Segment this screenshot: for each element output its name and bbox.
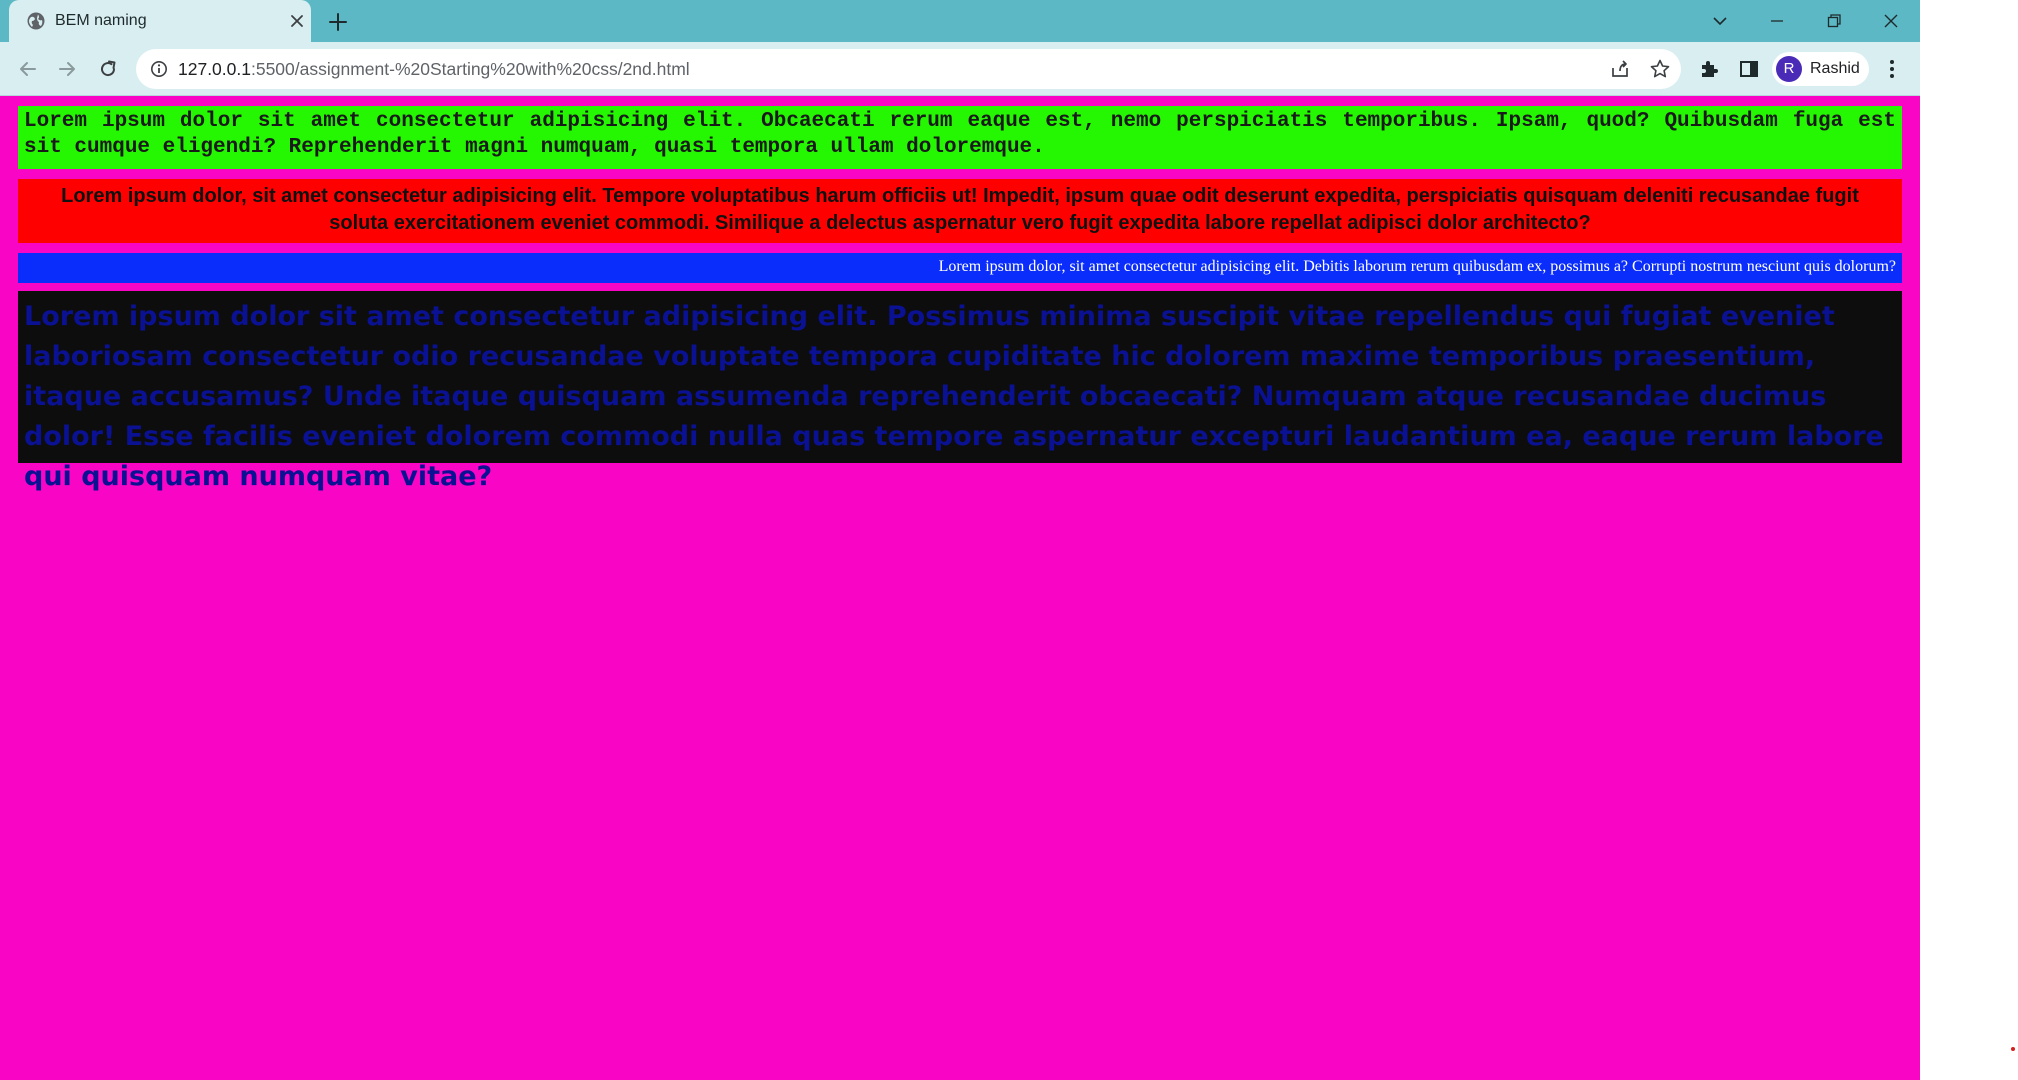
tab-bem-naming[interactable]: BEM naming [9, 0, 311, 42]
url-path: :5500/assignment-%20Starting%20with%20cs… [250, 59, 690, 79]
title-bar: BEM naming [0, 0, 1920, 42]
close-icon[interactable] [1877, 7, 1905, 35]
puzzle-icon[interactable] [1697, 57, 1721, 81]
chevron-down-icon[interactable] [1706, 7, 1734, 35]
minimize-icon[interactable] [1763, 7, 1791, 35]
star-icon[interactable] [1649, 58, 1671, 80]
screen: BEM naming 127.0.0.1:5500/assignment-%20… [0, 0, 2018, 1080]
kebab-menu-icon[interactable] [1880, 57, 1904, 81]
green-box-text: Lorem ipsum dolor sit amet consectetur a… [24, 110, 1896, 159]
browser-window: BEM naming 127.0.0.1:5500/assignment-%20… [0, 0, 1920, 1080]
url-host: 127.0.0.1 [178, 59, 251, 79]
profile-button[interactable]: R Rashid [1772, 52, 1869, 86]
url-text[interactable]: 127.0.0.1:5500/assignment-%20Starting%20… [178, 59, 690, 79]
reload-icon[interactable] [94, 55, 122, 83]
red-box-text: Lorem ipsum dolor, sit amet consectetur … [61, 185, 1859, 234]
green-text-box: Lorem ipsum dolor sit amet consectetur a… [18, 106, 1902, 169]
plus-icon[interactable] [325, 9, 351, 35]
restore-icon[interactable] [1820, 7, 1848, 35]
side-panel-icon[interactable] [1737, 57, 1761, 81]
page-viewport: Lorem ipsum dolor sit amet consectetur a… [0, 96, 1920, 1080]
info-icon[interactable] [150, 60, 168, 78]
blue-box-text: Lorem ipsum dolor, sit amet consectetur … [938, 258, 1896, 275]
avatar: R [1776, 56, 1802, 82]
globe-icon [27, 12, 45, 30]
tab-title: BEM naming [55, 12, 147, 29]
black-text-box: Lorem ipsum dolor sit amet consectetur a… [18, 291, 1902, 492]
black-box-text: Lorem ipsum dolor sit amet consectetur a… [24, 301, 1884, 492]
browser-toolbar: 127.0.0.1:5500/assignment-%20Starting%20… [0, 42, 1920, 96]
address-bar[interactable]: 127.0.0.1:5500/assignment-%20Starting%20… [136, 49, 1681, 89]
red-text-box: Lorem ipsum dolor, sit amet consectetur … [18, 179, 1902, 243]
profile-name: Rashid [1810, 60, 1860, 77]
arrow-right-icon[interactable] [53, 55, 81, 83]
blue-text-box: Lorem ipsum dolor, sit amet consectetur … [18, 253, 1902, 283]
red-dot [2011, 1047, 2015, 1051]
arrow-left-icon[interactable] [14, 55, 42, 83]
close-icon[interactable] [287, 11, 307, 31]
share-icon[interactable] [1609, 58, 1631, 80]
